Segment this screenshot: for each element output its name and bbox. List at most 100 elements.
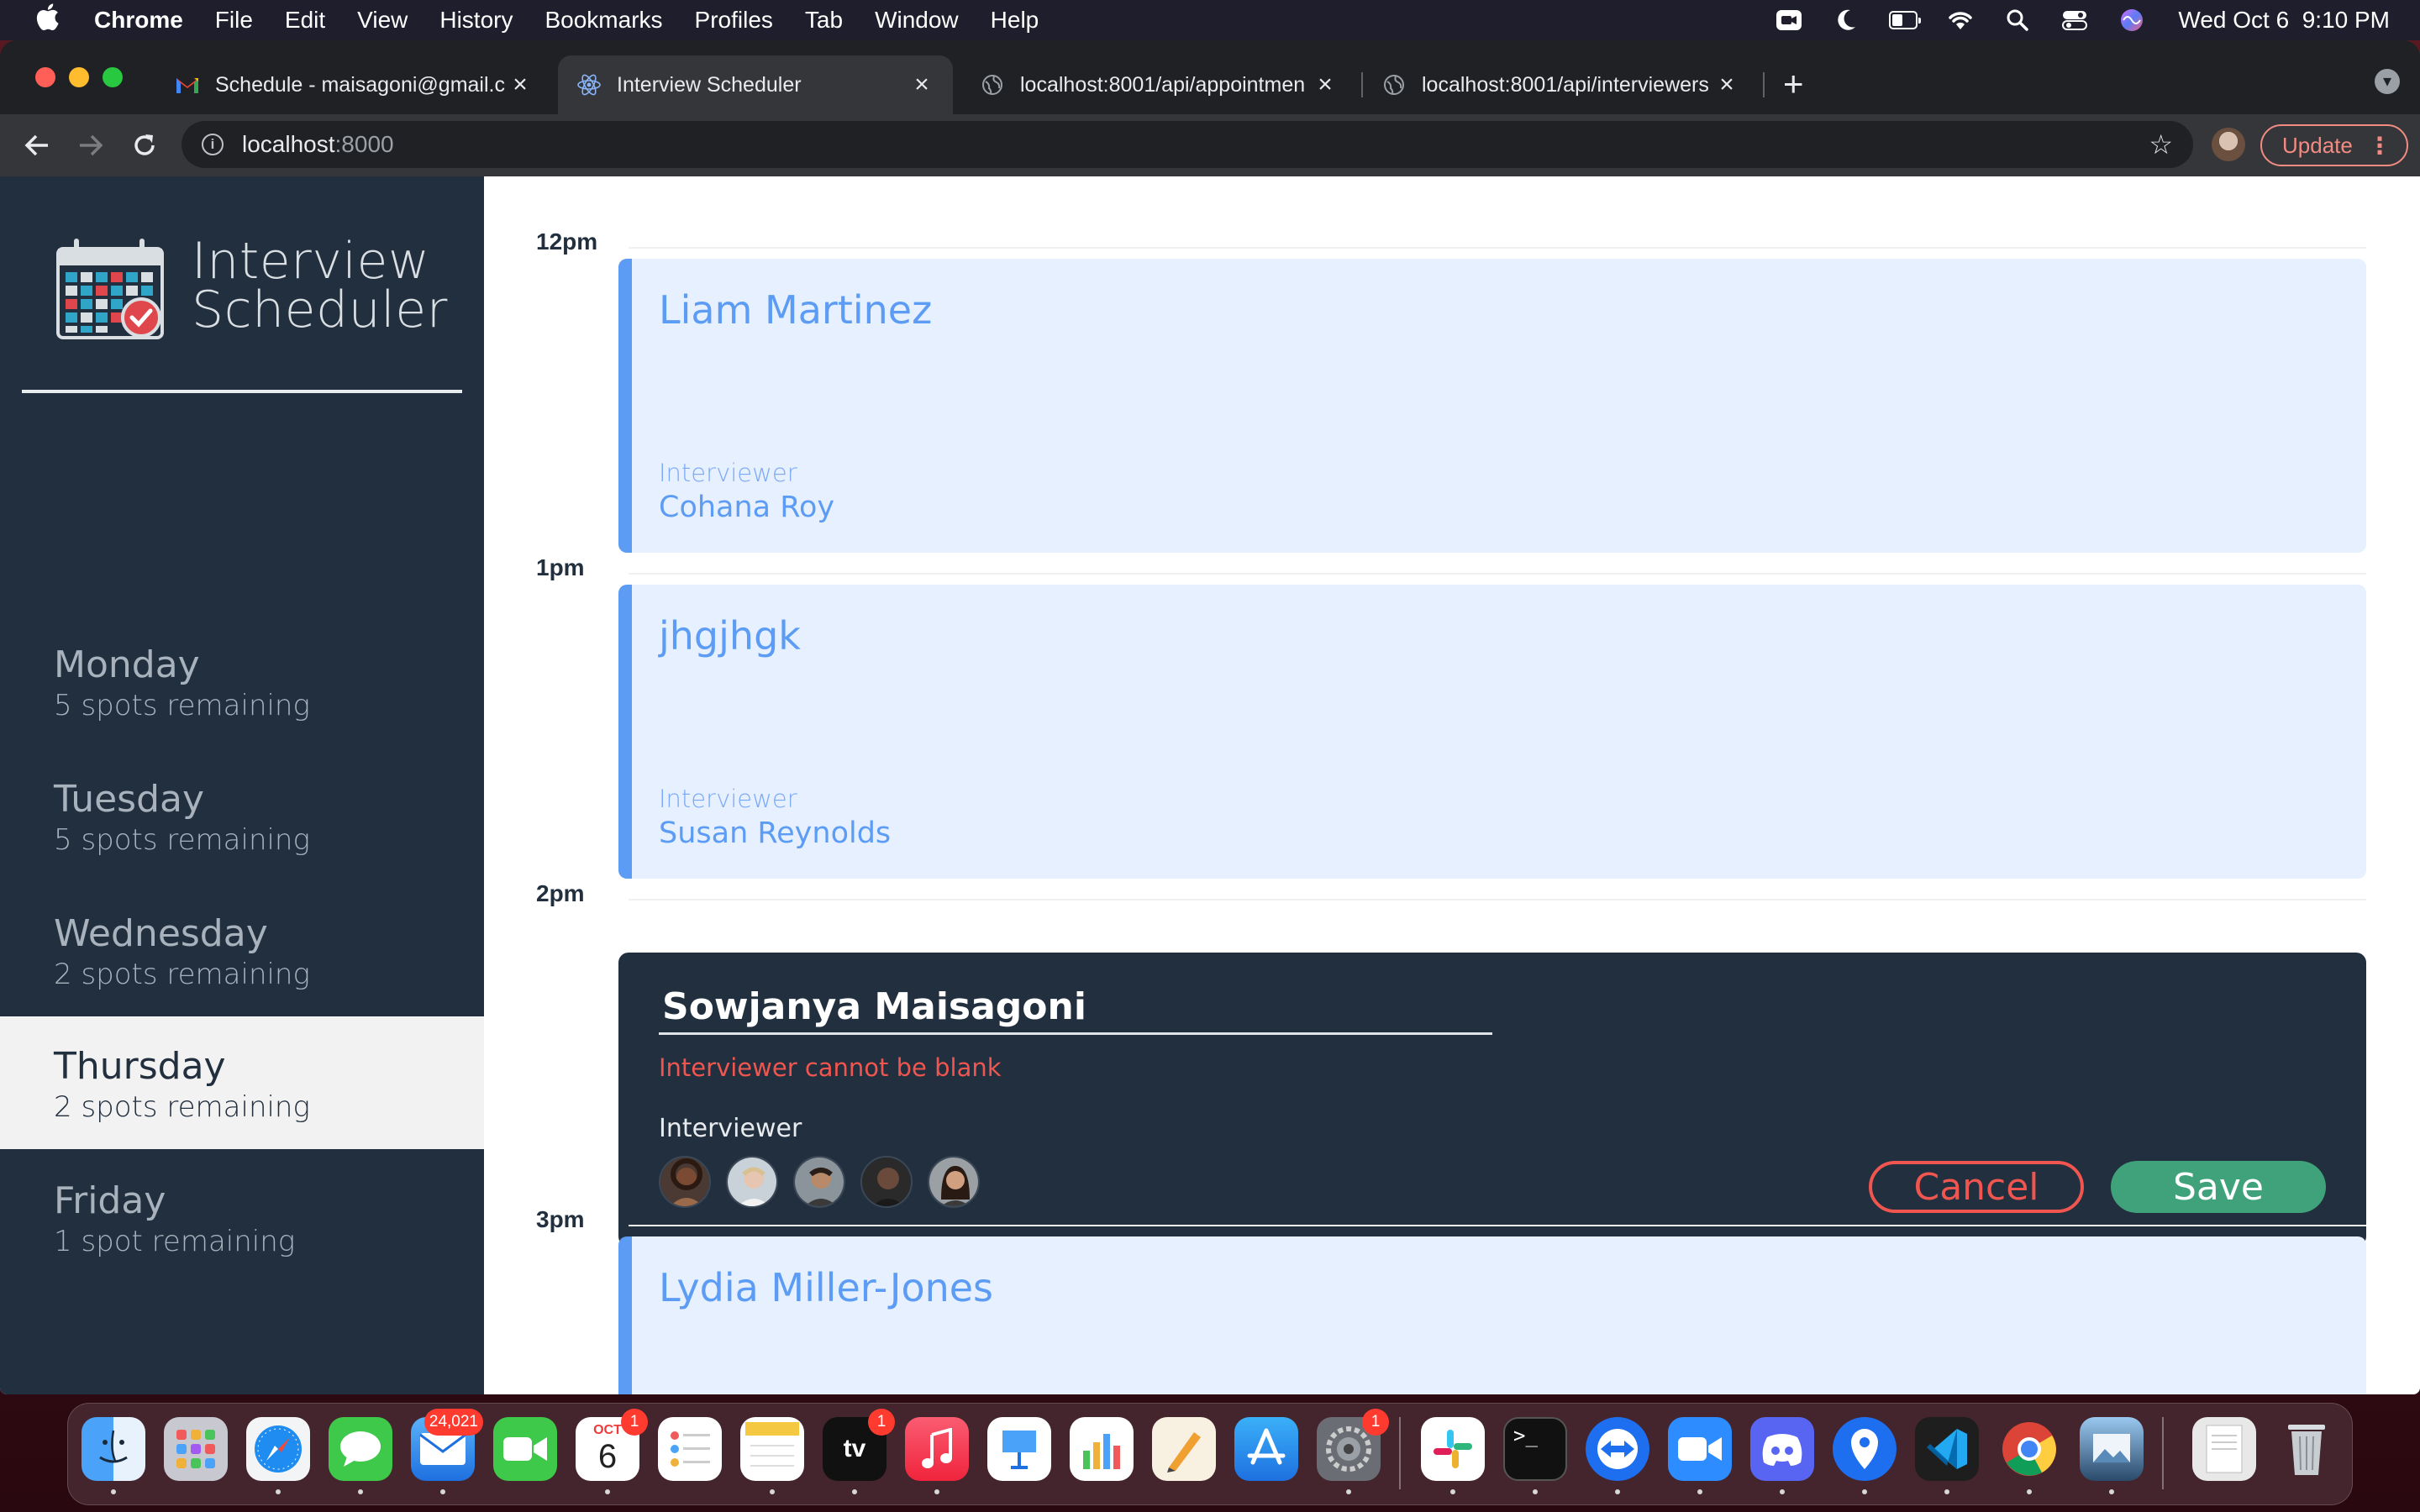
close-tab-icon[interactable]: × [1313,71,1338,99]
preview-icon[interactable] [2080,1417,2144,1481]
launchpad-icon[interactable] [164,1417,228,1481]
appointment-card[interactable]: Liam Martinez Interviewer Cohana Roy [618,259,2366,553]
safari-icon[interactable] [246,1417,310,1481]
terminal-icon[interactable]: >_ [1503,1417,1567,1481]
cancel-button[interactable]: Cancel [1869,1161,2084,1213]
vscode-icon[interactable] [1915,1417,1979,1481]
mail-icon[interactable]: 24,021 [411,1409,483,1481]
day-name: Friday [54,1179,166,1222]
maximize-window-button[interactable] [103,67,123,87]
day-spots: 5 spots remaining [54,823,310,857]
student-name-input[interactable] [659,981,1492,1035]
bookmark-star-icon[interactable]: ☆ [2149,129,2173,160]
tab-api-interviewers[interactable]: localhost:8001/api/interviewers × [1363,55,1758,114]
back-arrow-icon[interactable] [20,129,54,162]
interviewer-list-label: Interviewer [659,1114,802,1143]
menu-view[interactable]: View [357,7,408,34]
save-button[interactable]: Save [2111,1161,2326,1213]
apple-tv-icon[interactable]: tv 1 [823,1409,895,1481]
wifi-icon[interactable] [1946,8,1975,32]
day-name: Wednesday [54,912,268,955]
macos-dock: 24,021 OCT 6 1 tv 1 1 >_ [67,1403,2353,1505]
trash-icon[interactable] [2275,1417,2338,1481]
numbers-icon[interactable] [1070,1417,1134,1481]
tab-title: localhost:8001/api/interviewers [1422,72,1709,97]
day-item-friday[interactable]: Friday 1 spot remaining [0,1151,484,1284]
menu-window[interactable]: Window [875,7,959,34]
appointment-card[interactable]: jhgjhgk Interviewer Susan Reynolds [618,585,2366,879]
menu-file[interactable]: File [215,7,253,34]
do-not-disturb-moon-icon[interactable] [1832,8,1860,32]
html-document-icon[interactable] [2192,1417,2256,1481]
day-item-wednesday[interactable]: Wednesday 2 spots remaining [0,884,484,1016]
menu-help[interactable]: Help [991,7,1039,34]
slack-icon[interactable] [1421,1417,1485,1481]
reminders-icon[interactable] [658,1417,722,1481]
control-center-icon[interactable] [2060,8,2089,32]
profile-avatar[interactable] [2212,128,2245,161]
teamviewer-icon[interactable] [1586,1417,1649,1481]
close-tab-icon[interactable]: × [508,71,533,99]
chrome-icon[interactable] [1997,1417,2061,1481]
close-window-button[interactable] [35,67,55,87]
appointment-form: Interviewer cannot be blank Interviewer [618,953,2366,1247]
day-name: Monday [54,643,200,686]
interviewer-avatar[interactable] [860,1156,913,1208]
address-bar[interactable]: i localhost:8000 ☆ [182,121,2193,168]
logo-line-1: Interview [192,232,430,291]
menu-edit[interactable]: Edit [285,7,325,34]
discord-icon[interactable] [1750,1417,1814,1481]
apple-menu-icon[interactable] [30,3,64,38]
facetime-icon[interactable] [493,1417,557,1481]
calendar-badge: 1 [621,1409,648,1436]
day-name: Thursday [54,1045,226,1088]
interviewer-avatar[interactable] [659,1156,711,1208]
finder-icon[interactable] [82,1417,145,1481]
keynote-icon[interactable] [987,1417,1051,1481]
day-item-tuesday[interactable]: Tuesday 5 spots remaining [0,749,484,882]
menu-profiles[interactable]: Profiles [695,7,773,34]
close-tab-icon[interactable]: × [909,71,934,99]
menu-app-name[interactable]: Chrome [94,7,183,34]
kebab-menu-icon[interactable]: ⋮ [2368,132,2391,160]
time-divider [629,247,2366,249]
menu-history[interactable]: History [439,7,513,34]
tab-interview-scheduler[interactable]: Interview Scheduler × [558,55,953,114]
interviewer-avatar[interactable] [793,1156,845,1208]
spotlight-search-icon[interactable] [2003,8,2032,32]
siri-icon[interactable] [2118,8,2146,32]
chrome-update-button[interactable]: Update ⋮ [2260,124,2408,166]
pages-icon[interactable] [1152,1417,1216,1481]
messages-icon[interactable] [329,1417,392,1481]
site-info-icon[interactable]: i [202,134,224,155]
dock-separator [1399,1417,1401,1489]
url-host: localhost [242,131,335,157]
running-indicator [852,1489,857,1494]
interviewer-avatar[interactable] [726,1156,778,1208]
app-store-icon[interactable] [1234,1417,1298,1481]
appointment-card[interactable]: Lydia Miller-Jones [618,1236,2366,1394]
app-logo-text: Interview Scheduler [192,232,448,335]
tab-search-chevron-icon[interactable]: ▾ [2375,69,2400,94]
menubar-datetime[interactable]: Wed Oct 6 9:10 PM [2178,7,2390,34]
new-tab-plus-icon[interactable]: + [1783,64,1804,104]
reload-icon[interactable] [128,129,161,162]
music-icon[interactable] [905,1417,969,1481]
interviewer-avatar[interactable] [928,1156,980,1208]
menu-tab[interactable]: Tab [805,7,843,34]
maps-pin-icon[interactable] [1833,1417,1897,1481]
day-item-thursday[interactable]: Thursday 2 spots remaining [0,1016,484,1149]
notes-icon[interactable] [740,1417,804,1481]
menu-bookmarks[interactable]: Bookmarks [544,7,662,34]
forward-arrow-icon[interactable] [74,129,108,162]
system-preferences-icon[interactable]: 1 [1317,1409,1389,1481]
tab-api-appointments[interactable]: localhost:8001/api/appointmen × [961,55,1356,114]
calendar-icon[interactable]: OCT 6 1 [576,1409,648,1481]
close-tab-icon[interactable]: × [1714,71,1739,99]
screen-record-icon[interactable] [1775,8,1803,32]
minimize-window-button[interactable] [69,67,89,87]
battery-icon[interactable] [1889,8,1922,32]
zoom-icon[interactable] [1668,1417,1732,1481]
tab-gmail[interactable]: Schedule - maisagoni@gmail.c × [156,55,551,114]
day-item-monday[interactable]: Monday 5 spots remaining [0,615,484,748]
